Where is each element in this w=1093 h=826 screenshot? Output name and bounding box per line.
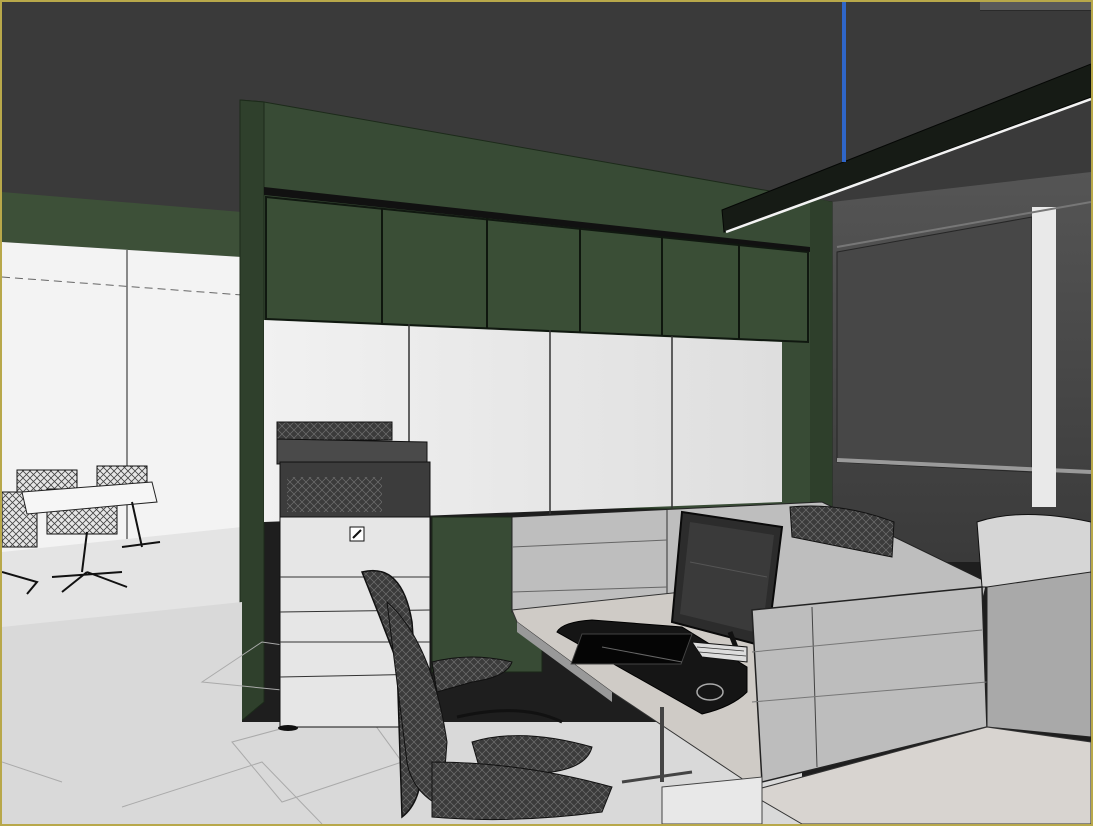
right-window-mullion [1032,207,1056,507]
green-wall-right-return [810,197,832,512]
green-wall-left-return [239,99,265,724]
3d-viewport[interactable] [0,0,1093,826]
right-glass-panel [836,216,1033,473]
blue-axis-gizmo [842,2,846,162]
viewport-corner-tab[interactable] [980,2,1091,11]
keyboard [570,633,693,665]
viewport-scene [2,2,1091,824]
